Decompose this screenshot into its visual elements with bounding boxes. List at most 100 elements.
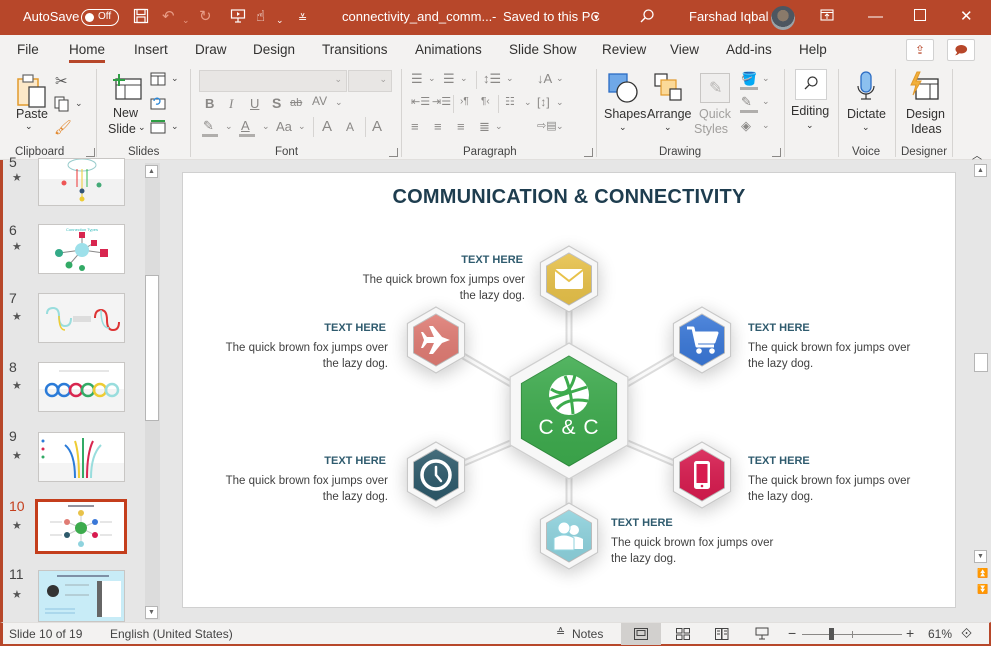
tab-file[interactable]: File xyxy=(17,42,39,57)
node-upper-right-caption[interactable]: TEXT HERE xyxy=(748,322,810,334)
zoom-in-button[interactable]: + xyxy=(906,625,914,641)
next-slide-icon[interactable]: ⏬ xyxy=(977,584,988,595)
node-upper-right-text[interactable]: The quick brown fox jumps over the lazy d… xyxy=(748,340,928,372)
section-icon[interactable] xyxy=(150,120,166,137)
dictate-button[interactable] xyxy=(856,71,876,106)
comments-button[interactable]: 🗩 xyxy=(947,39,975,61)
redo-icon[interactable]: ↻ xyxy=(199,8,212,26)
ribbon-display-options-icon[interactable] xyxy=(820,8,834,27)
node-lower-left[interactable] xyxy=(406,441,466,509)
increase-indent-button[interactable]: ⇥☰ xyxy=(432,95,451,108)
tab-review[interactable]: Review xyxy=(602,42,646,57)
tab-add-ins[interactable]: Add-ins xyxy=(726,42,772,57)
dictate-dropdown-icon[interactable]: ⌄ xyxy=(862,122,870,133)
quick-styles-label-1[interactable]: Quick xyxy=(699,107,731,121)
zoom-out-button[interactable]: − xyxy=(788,625,796,641)
maximize-icon[interactable] xyxy=(914,8,926,26)
format-painter-icon[interactable]: 🖌 xyxy=(54,119,72,136)
shapes-label[interactable]: Shapes xyxy=(604,107,646,121)
paragraph-launcher-icon[interactable] xyxy=(584,148,593,157)
undo-icon[interactable]: ↶ xyxy=(162,8,175,26)
change-case-button[interactable]: Aa xyxy=(276,119,292,134)
shapes-button[interactable] xyxy=(607,72,639,107)
fit-to-window-icon[interactable]: ⟐ xyxy=(961,625,972,642)
node-top-caption[interactable]: TEXT HERE xyxy=(461,254,523,266)
numbering-button[interactable]: ☰ xyxy=(443,71,455,87)
drawing-launcher-icon[interactable] xyxy=(772,148,781,157)
slide-thumbnail-10[interactable] xyxy=(35,499,127,554)
tab-slide-show[interactable]: Slide Show xyxy=(509,42,577,57)
tab-view[interactable]: View xyxy=(670,42,699,57)
font-name-combobox[interactable]: ⌄ xyxy=(199,70,347,92)
underline-button[interactable]: U xyxy=(250,96,259,111)
new-slide-label-2[interactable]: Slide xyxy=(108,122,136,136)
customize-qat-icon[interactable]: ≚ xyxy=(298,10,307,28)
slide-thumbnail-9[interactable] xyxy=(38,432,125,482)
previous-slide-icon[interactable]: ⏫ xyxy=(977,568,988,579)
zoom-level[interactable]: 61% xyxy=(928,627,952,641)
share-button[interactable]: ⇪ xyxy=(906,39,934,61)
new-slide-label-1[interactable]: New xyxy=(113,106,138,120)
editing-dropdown-icon[interactable]: ⌄ xyxy=(806,120,814,131)
font-size-combobox[interactable]: ⌄ xyxy=(348,70,392,92)
shapes-dropdown-icon[interactable]: ⌄ xyxy=(619,122,627,133)
justify-dropdown-icon[interactable]: ⌄ xyxy=(495,121,503,132)
columns-dropdown-icon[interactable]: ⌄ xyxy=(524,97,532,108)
bold-button[interactable]: B xyxy=(205,96,214,111)
shape-effects-dropdown-icon[interactable]: ⌄ xyxy=(762,120,770,131)
line-spacing-dropdown-icon[interactable]: ⌄ xyxy=(506,73,514,84)
bullets-button[interactable]: ☰ xyxy=(411,71,423,87)
minimize-icon[interactable]: — xyxy=(868,8,883,26)
node-bottom-caption[interactable]: TEXT HERE xyxy=(611,517,673,529)
layout-icon[interactable] xyxy=(150,72,166,89)
slide-thumbnail-11[interactable] xyxy=(38,570,125,622)
tab-home[interactable]: Home xyxy=(69,42,106,63)
node-lower-right-text[interactable]: The quick brown fox jumps over the lazy d… xyxy=(748,473,928,505)
paste-label[interactable]: Paste xyxy=(16,107,48,121)
touch-mode-icon[interactable]: ☝ xyxy=(256,8,265,26)
node-top-text[interactable]: The quick brown fox jumps over the lazy d… xyxy=(345,272,525,304)
autosave-toggle[interactable]: Off xyxy=(81,9,119,26)
center-label[interactable]: C & C xyxy=(519,416,619,440)
user-name[interactable]: Farshad Iqbal xyxy=(689,9,769,24)
font-size-dropdown-icon[interactable]: ⌄ xyxy=(379,74,387,85)
touch-dropdown-icon[interactable]: ⌄ xyxy=(276,11,284,29)
tab-insert[interactable]: Insert xyxy=(134,42,168,57)
copy-dropdown-icon[interactable]: ⌄ xyxy=(75,98,83,109)
notes-button[interactable]: Notes xyxy=(572,627,603,641)
user-avatar[interactable] xyxy=(771,6,795,30)
node-bottom-text[interactable]: The quick brown fox jumps over the lazy d… xyxy=(611,535,791,567)
layout-dropdown-icon[interactable]: ⌄ xyxy=(171,73,179,84)
close-icon[interactable]: ✕ xyxy=(960,8,973,26)
slide-sorter-icon[interactable] xyxy=(676,628,690,640)
node-upper-left-text[interactable]: The quick brown fox jumps over the lazy d… xyxy=(208,340,388,372)
arrange-button[interactable] xyxy=(653,72,683,107)
font-color-button[interactable]: A xyxy=(241,118,250,133)
clear-formatting-button[interactable]: A xyxy=(372,118,382,135)
left-to-right-button[interactable]: ›¶ xyxy=(460,96,469,107)
language-indicator[interactable]: English (United States) xyxy=(110,627,233,641)
numbering-dropdown-icon[interactable]: ⌄ xyxy=(460,73,468,84)
normal-view-button[interactable] xyxy=(621,623,661,645)
decrease-font-size-button[interactable]: A xyxy=(346,120,354,134)
text-direction-button[interactable]: ↓A xyxy=(537,71,552,86)
text-shadow-button[interactable]: S xyxy=(272,95,281,111)
arrange-dropdown-icon[interactable]: ⌄ xyxy=(664,122,672,133)
font-name-dropdown-icon[interactable]: ⌄ xyxy=(334,74,342,85)
quick-styles-button[interactable]: ✎ xyxy=(700,73,730,103)
node-upper-left[interactable] xyxy=(406,306,466,374)
character-spacing-button[interactable]: AV xyxy=(312,94,327,108)
slide[interactable]: COMMUNICATION & CONNECTIVITY C & C TEXT … xyxy=(182,172,956,608)
reset-slide-icon[interactable] xyxy=(150,96,166,113)
slide-thumbnail-6[interactable]: Connection Types xyxy=(38,224,125,274)
slide-scrollbar[interactable]: ▲ ▼ ⏫ ⏬ xyxy=(973,160,991,622)
quick-styles-label-2[interactable]: Styles xyxy=(694,122,728,136)
save-status-dropdown-icon[interactable]: ▾ xyxy=(594,12,599,23)
font-color-dropdown-icon[interactable]: ⌄ xyxy=(262,121,270,132)
thumbnail-scroll-down-button[interactable]: ▼ xyxy=(145,606,158,619)
node-bottom[interactable] xyxy=(539,502,599,570)
node-lower-right-caption[interactable]: TEXT HERE xyxy=(748,455,810,467)
thumbnail-scroll-up-button[interactable]: ▲ xyxy=(145,165,158,178)
slide-scroll-up-button[interactable]: ▲ xyxy=(974,164,987,177)
align-text-button[interactable]: [↕] xyxy=(537,95,550,109)
